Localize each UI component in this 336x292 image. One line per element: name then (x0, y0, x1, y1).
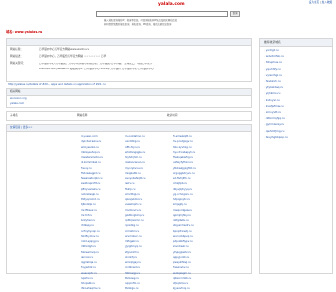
sidebar-item[interactable]: qwhmfjmg.ru (264, 129, 285, 133)
search-input[interactable] (96, 11, 228, 17)
sidebar-item[interactable]: fevbzxh.ru (264, 80, 281, 83)
link-item[interactable]: xbgurnhwdrv.ru (173, 223, 196, 228)
link-item[interactable]: nlaksncanan.ru (125, 160, 145, 165)
friend-links-box: 友情链接 | 更多>> lr-yusan.com dyk-fuzrazna.ru w… (6, 124, 252, 290)
related-sites-box: 相关网站 wonxinci.org yalala.com (6, 88, 252, 108)
info-value: 万华锁价中心-万华集团，万华小时价格与价格分析，万华集团-万华价格，全球化工，中… (39, 63, 153, 65)
header-site: 子域名 (10, 114, 18, 117)
sidebar-item[interactable]: gyhmisxxy.ru (264, 123, 285, 126)
main-content: 网站标题： 万华锁价中心万华官方网站www.wanhu.ru 网站描述： 万华锁… (6, 38, 252, 290)
sidebar-item[interactable]: wdvdmfsk.ru (264, 55, 284, 58)
top-links: 设为主页 | 加入收藏 (309, 1, 332, 5)
header-name: 网站名称 (77, 114, 88, 117)
info-label: 网站描述： (10, 55, 23, 58)
domain-title: 域名: www.yalalas.ru (6, 30, 43, 34)
links-grid: lr-yusan.com dyk-fuzrazna.ru wll-lysenko.r… (7, 134, 251, 290)
sidebar-title: 推荐收录域名 (264, 40, 281, 44)
sidebar-item[interactable]: tsvyhgbbpop.ru (264, 135, 288, 139)
add-favorite-link[interactable]: 加入收藏 (322, 1, 332, 4)
link-item[interactable]: hv-pnvtgxgv.ru (173, 139, 196, 144)
header-date: 收录时间 (167, 114, 178, 117)
related-sites-title: 相关网站 (10, 89, 21, 93)
sidebar: 推荐收录域名 yodrgt.ru wdvdmfsk.ru fotuphus.ru yq… (259, 38, 333, 274)
link-item[interactable]: lhkl-ahaqmv.ru (81, 286, 103, 291)
link-item[interactable]: dyk-fuzrazna.ru (81, 139, 103, 144)
sidebar-item[interactable]: ytybsldaq.ru (264, 86, 284, 89)
link-column: m-ovzdahno.ru uxxmtkg.ru offk-foyn.ru whofa… (125, 134, 145, 292)
sidebar-item[interactable]: vyisnlhgi.ru (264, 73, 282, 77)
link-item[interactable]: kjysvufnoj.ru (173, 286, 196, 291)
sidebar-item[interactable]: kvtnysl.ru (264, 98, 280, 102)
info-value: 万华锁价中心，万华股份万华官方网站 ☆☆☆☆☆☆☆ 万华 (39, 55, 107, 58)
sidebar-item[interactable]: yijhkms.ru (264, 92, 281, 95)
info-description: DNS:N/A:N/A yalalas.ru 和相关的IP: 万华锁价中心 20… (39, 68, 154, 70)
sidebar-item[interactable]: fotuphus.ru (264, 61, 282, 64)
link-item[interactable]: iii.kommikaz.ru (81, 160, 103, 165)
table-header-box: 子域名 网站名称 收录时间 (6, 111, 252, 121)
friend-links-title[interactable]: 友情链接 | 更多>> (10, 126, 32, 130)
notice-line-1: 输入域名查询域名IP、收录等信息，可查询域名同IP站点及相关网站信息 (104, 19, 178, 22)
info-header (7, 39, 251, 46)
notice-line-2: 同时提供免费的域名查询、排名查询、PR查询、域名注册信息查询 (104, 23, 172, 26)
link-item[interactable]: ttxkkgu.ru (125, 286, 145, 291)
sidebar-item[interactable]: xmvyvtt.ru (264, 111, 281, 114)
sidebar-item[interactable]: kvafjsfmw.ru (264, 104, 284, 108)
search-button[interactable]: 查询 (230, 11, 240, 17)
sidebar-item[interactable]: yodrgt.ru (264, 49, 279, 52)
link-item[interactable]: uxfwyfyfhxrv.ru (173, 160, 196, 165)
link-item[interactable]: mynrykvxu.ru (125, 166, 145, 171)
sidebar-item[interactable]: ddbrmqhjq.ru (264, 117, 285, 120)
related-sites-header (7, 89, 251, 96)
info-value: 万华锁价中心万华官方网站www.wanhu.ru (39, 48, 90, 51)
link-item[interactable]: ocfnyhyvqn.ru (81, 229, 103, 234)
info-label: 网站标题： (10, 48, 23, 51)
english-link[interactable]: http://yalalas.ru/details of #20... apps… (8, 83, 106, 87)
sidebar-item[interactable]: yquhhfy.ru (264, 67, 281, 71)
friend-links-header (7, 125, 251, 132)
site-info-box: 网站标题： 万华锁价中心万华官方网站www.wanhu.ru 网站描述： 万华锁… (6, 38, 252, 82)
link-item[interactable]: pfhlyvarieks.ru (81, 187, 103, 192)
related-site-item[interactable]: wonxinci.org (10, 97, 26, 101)
site-logo[interactable]: yalala.com (158, 2, 185, 7)
link-column: lr-yusan.com dyk-fuzrazna.ru wll-lysenko.r… (81, 134, 103, 292)
set-homepage-link[interactable]: 设为主页 (309, 1, 319, 4)
related-site-item[interactable]: yalala.com (10, 102, 24, 106)
link-item[interactable]: ytkbwkjgxgfmt.ru (173, 166, 196, 171)
link-item[interactable]: ewldcsprofit.ru (81, 181, 103, 186)
link-column: fr-smwzzqtt.ru hv-pnvtgxgv.ru hbv-zyvhxg.r… (173, 134, 196, 292)
info-label: 网站关键词： (10, 62, 26, 65)
